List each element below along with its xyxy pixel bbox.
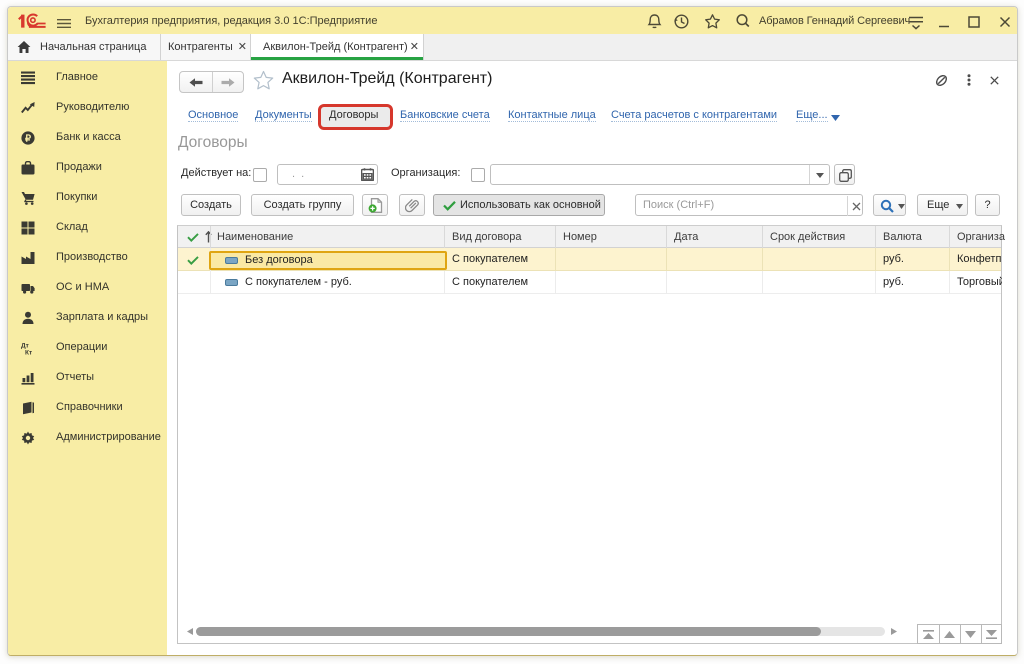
svg-text:Дт: Дт — [21, 343, 29, 350]
svg-text:₽: ₽ — [25, 133, 32, 144]
svg-text:Кт: Кт — [25, 350, 32, 356]
